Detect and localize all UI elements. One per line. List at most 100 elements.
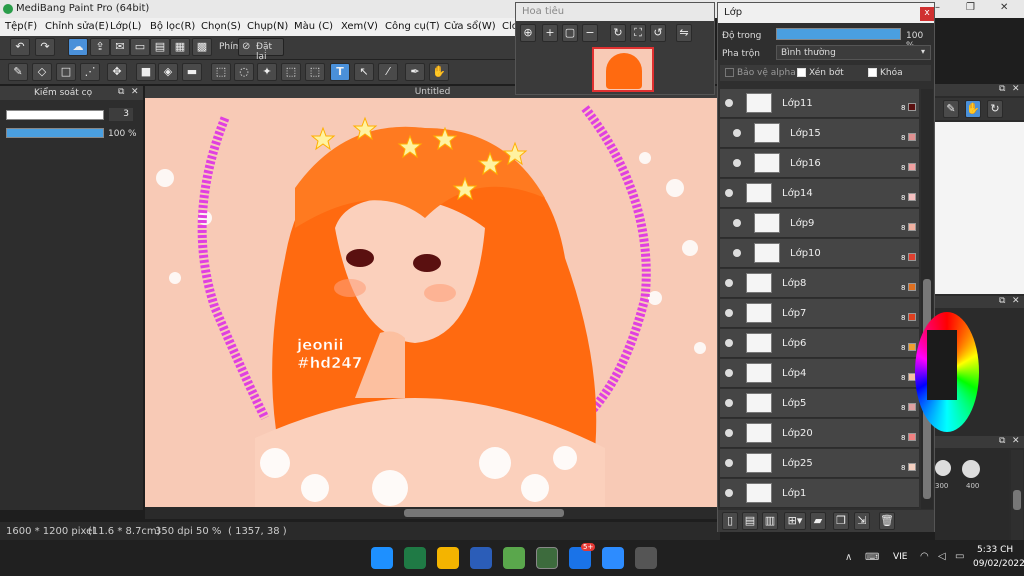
delete-layer-icon[interactable]: 🗑	[879, 512, 895, 530]
move-icon[interactable]: ✥	[107, 63, 127, 81]
new-halftone-layer-icon[interactable]: ▤	[742, 512, 758, 530]
layer-row[interactable]: Lớp9 8	[720, 209, 919, 238]
dotted-line-icon[interactable]: ⋰	[80, 63, 100, 81]
reset-view-icon[interactable]: ↺	[650, 24, 666, 42]
layer-row[interactable]: Lớp14 8	[720, 179, 919, 208]
select-eraser-icon[interactable]: ⬚	[305, 63, 325, 81]
popout-icon[interactable]: ⧉	[999, 296, 1005, 306]
drawing-canvas[interactable]: jeonii #hd247	[145, 98, 718, 507]
eye-icon[interactable]	[725, 309, 733, 317]
text-tool-icon[interactable]: T	[330, 63, 350, 81]
eye-icon[interactable]	[733, 219, 741, 227]
language-indicator[interactable]: VIE	[893, 552, 908, 562]
layer-row[interactable]: Lớp4 8	[720, 359, 919, 388]
menu-select[interactable]: Chọn(S)	[201, 21, 241, 32]
popout-icon[interactable]: ⧉	[999, 436, 1005, 446]
redo-icon[interactable]: ↷	[35, 38, 55, 56]
calculator-icon[interactable]	[635, 547, 657, 569]
brush-size-dot-400[interactable]	[962, 460, 980, 478]
eye-icon[interactable]	[733, 159, 741, 167]
bucket-icon[interactable]: ◈	[158, 63, 178, 81]
brush-size-dot-300[interactable]	[935, 460, 951, 476]
h-scrollbar[interactable]	[145, 507, 718, 519]
layer-row[interactable]: Lớp1	[720, 479, 919, 508]
comment-icon[interactable]: ✉	[110, 38, 130, 56]
hand-icon[interactable]: ✋	[429, 63, 449, 81]
menu-file[interactable]: Tệp(F)	[5, 21, 37, 32]
select-pen-icon[interactable]: ⬚	[281, 63, 301, 81]
popout-icon[interactable]: ⧉	[999, 84, 1005, 94]
fill-rect-icon[interactable]: ■	[136, 63, 156, 81]
eye-icon[interactable]	[725, 339, 733, 347]
rect-icon[interactable]: □	[56, 63, 76, 81]
brush-size-scrollbar[interactable]	[1011, 450, 1023, 540]
eye-icon[interactable]	[725, 399, 733, 407]
clock-date[interactable]: 09/02/2022	[973, 559, 1024, 569]
brush-opacity-slider[interactable]	[6, 128, 104, 138]
divide-icon[interactable]: ⁄	[378, 63, 398, 81]
medibang-taskbar-icon[interactable]	[536, 547, 558, 569]
eye-icon[interactable]	[725, 489, 733, 497]
rotate-icon[interactable]: ↻	[610, 24, 626, 42]
menu-layer[interactable]: Lớp(L)	[110, 21, 141, 32]
color-square[interactable]	[927, 330, 957, 400]
tray-chevron-icon[interactable]: ∧	[845, 552, 852, 563]
add-layer-menu-icon[interactable]: ⊞▾	[784, 512, 806, 530]
menu-color[interactable]: Màu (C)	[294, 21, 333, 32]
panel-close-icon[interactable]: ✕	[1012, 296, 1020, 306]
layer-row[interactable]: Lớp6 8	[720, 329, 919, 358]
layer-row[interactable]: Lớp5 8	[720, 389, 919, 418]
rotate-icon[interactable]: ↻	[987, 100, 1003, 118]
excel-icon[interactable]	[404, 547, 426, 569]
eye-icon[interactable]	[733, 249, 741, 257]
zalo-icon[interactable]: 5+	[569, 543, 596, 569]
pen-icon[interactable]: ✎	[943, 100, 959, 118]
navigator-preview[interactable]	[592, 47, 654, 92]
panel-close-icon[interactable]: ✕	[131, 87, 139, 97]
panel-close-icon[interactable]: ✕	[1012, 84, 1020, 94]
new-layer-icon[interactable]: ▯	[722, 512, 738, 530]
layer-row[interactable]: Lớp8 8	[720, 269, 919, 298]
brush-size-scroll-thumb[interactable]	[1013, 490, 1021, 510]
wifi-icon[interactable]: ◠	[920, 551, 929, 562]
zoom-fit-icon[interactable]: ⊕	[520, 24, 536, 42]
file-explorer-icon[interactable]	[437, 547, 459, 569]
color-wheel[interactable]	[915, 312, 979, 432]
blend-select[interactable]: Bình thường ▾	[776, 45, 931, 60]
eye-icon[interactable]	[733, 129, 741, 137]
brush-icon[interactable]: ✎	[8, 63, 28, 81]
menu-capture[interactable]: Chụp(N)	[247, 21, 288, 32]
new-8bit-layer-icon[interactable]: ▥	[762, 512, 778, 530]
menu-view[interactable]: Xem(V)	[341, 21, 378, 32]
keyboard-icon[interactable]: ⌨	[865, 552, 879, 563]
undo-icon[interactable]: ↶	[10, 38, 30, 56]
h-scroll-thumb[interactable]	[404, 509, 564, 517]
layer-row[interactable]: Lớp7 8	[720, 299, 919, 328]
clock-time[interactable]: 5:33 CH	[977, 545, 1013, 555]
maximize-button[interactable]: ❐	[966, 2, 975, 13]
brush-size-slider[interactable]	[6, 110, 104, 120]
zoom-out-icon[interactable]: −	[582, 24, 598, 42]
eye-icon[interactable]	[725, 459, 733, 467]
panel-close-icon[interactable]: ✕	[1012, 436, 1020, 446]
maps-icon[interactable]	[503, 547, 525, 569]
fit-screen-icon[interactable]: ⛶	[630, 24, 646, 42]
layer-scrollbar[interactable]	[921, 89, 933, 509]
lasso-icon[interactable]: ◌	[234, 63, 254, 81]
operation-icon[interactable]: ↖	[354, 63, 374, 81]
eye-icon[interactable]	[725, 279, 733, 287]
duplicate-icon[interactable]: ❐	[833, 512, 849, 530]
share-icon[interactable]: ⇪	[90, 38, 110, 56]
layer-row[interactable]: Lớp25 8	[720, 449, 919, 478]
menu-window[interactable]: Cửa sổ(W)	[444, 21, 496, 32]
layer-opacity-slider[interactable]	[776, 28, 901, 40]
reset-button[interactable]: ⊘ Đặt lại	[238, 38, 284, 62]
eye-icon[interactable]	[725, 99, 733, 107]
message-icon[interactable]: ▭	[130, 38, 150, 56]
eye-icon[interactable]	[725, 189, 733, 197]
zoom-frame-icon[interactable]: ▢	[562, 24, 578, 42]
merge-icon[interactable]: ⇲	[854, 512, 870, 530]
gradient-icon[interactable]: ▬	[182, 63, 202, 81]
layer-close-button[interactable]: x	[920, 7, 934, 21]
menu-filter[interactable]: Bộ lọc(R)	[150, 21, 195, 32]
